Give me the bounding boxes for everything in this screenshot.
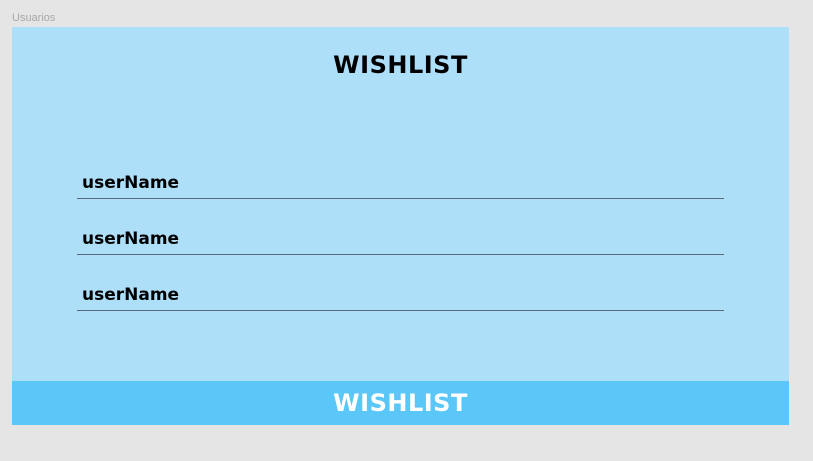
frame-label: Usuarios [12, 12, 56, 24]
wishlist-button[interactable]: WISHLIST [12, 381, 789, 425]
page-title: WISHLIST [333, 51, 468, 79]
user-list-item[interactable]: userName [77, 168, 724, 199]
user-name-label: userName [82, 285, 180, 305]
user-name-label: userName [82, 229, 180, 249]
user-list-item[interactable]: userName [77, 280, 724, 311]
wishlist-screen: WISHLIST userName userName userName WISH… [12, 27, 789, 425]
user-name-label: userName [82, 173, 180, 193]
user-list-item[interactable]: userName [77, 224, 724, 255]
wishlist-button-label: WISHLIST [333, 389, 468, 417]
